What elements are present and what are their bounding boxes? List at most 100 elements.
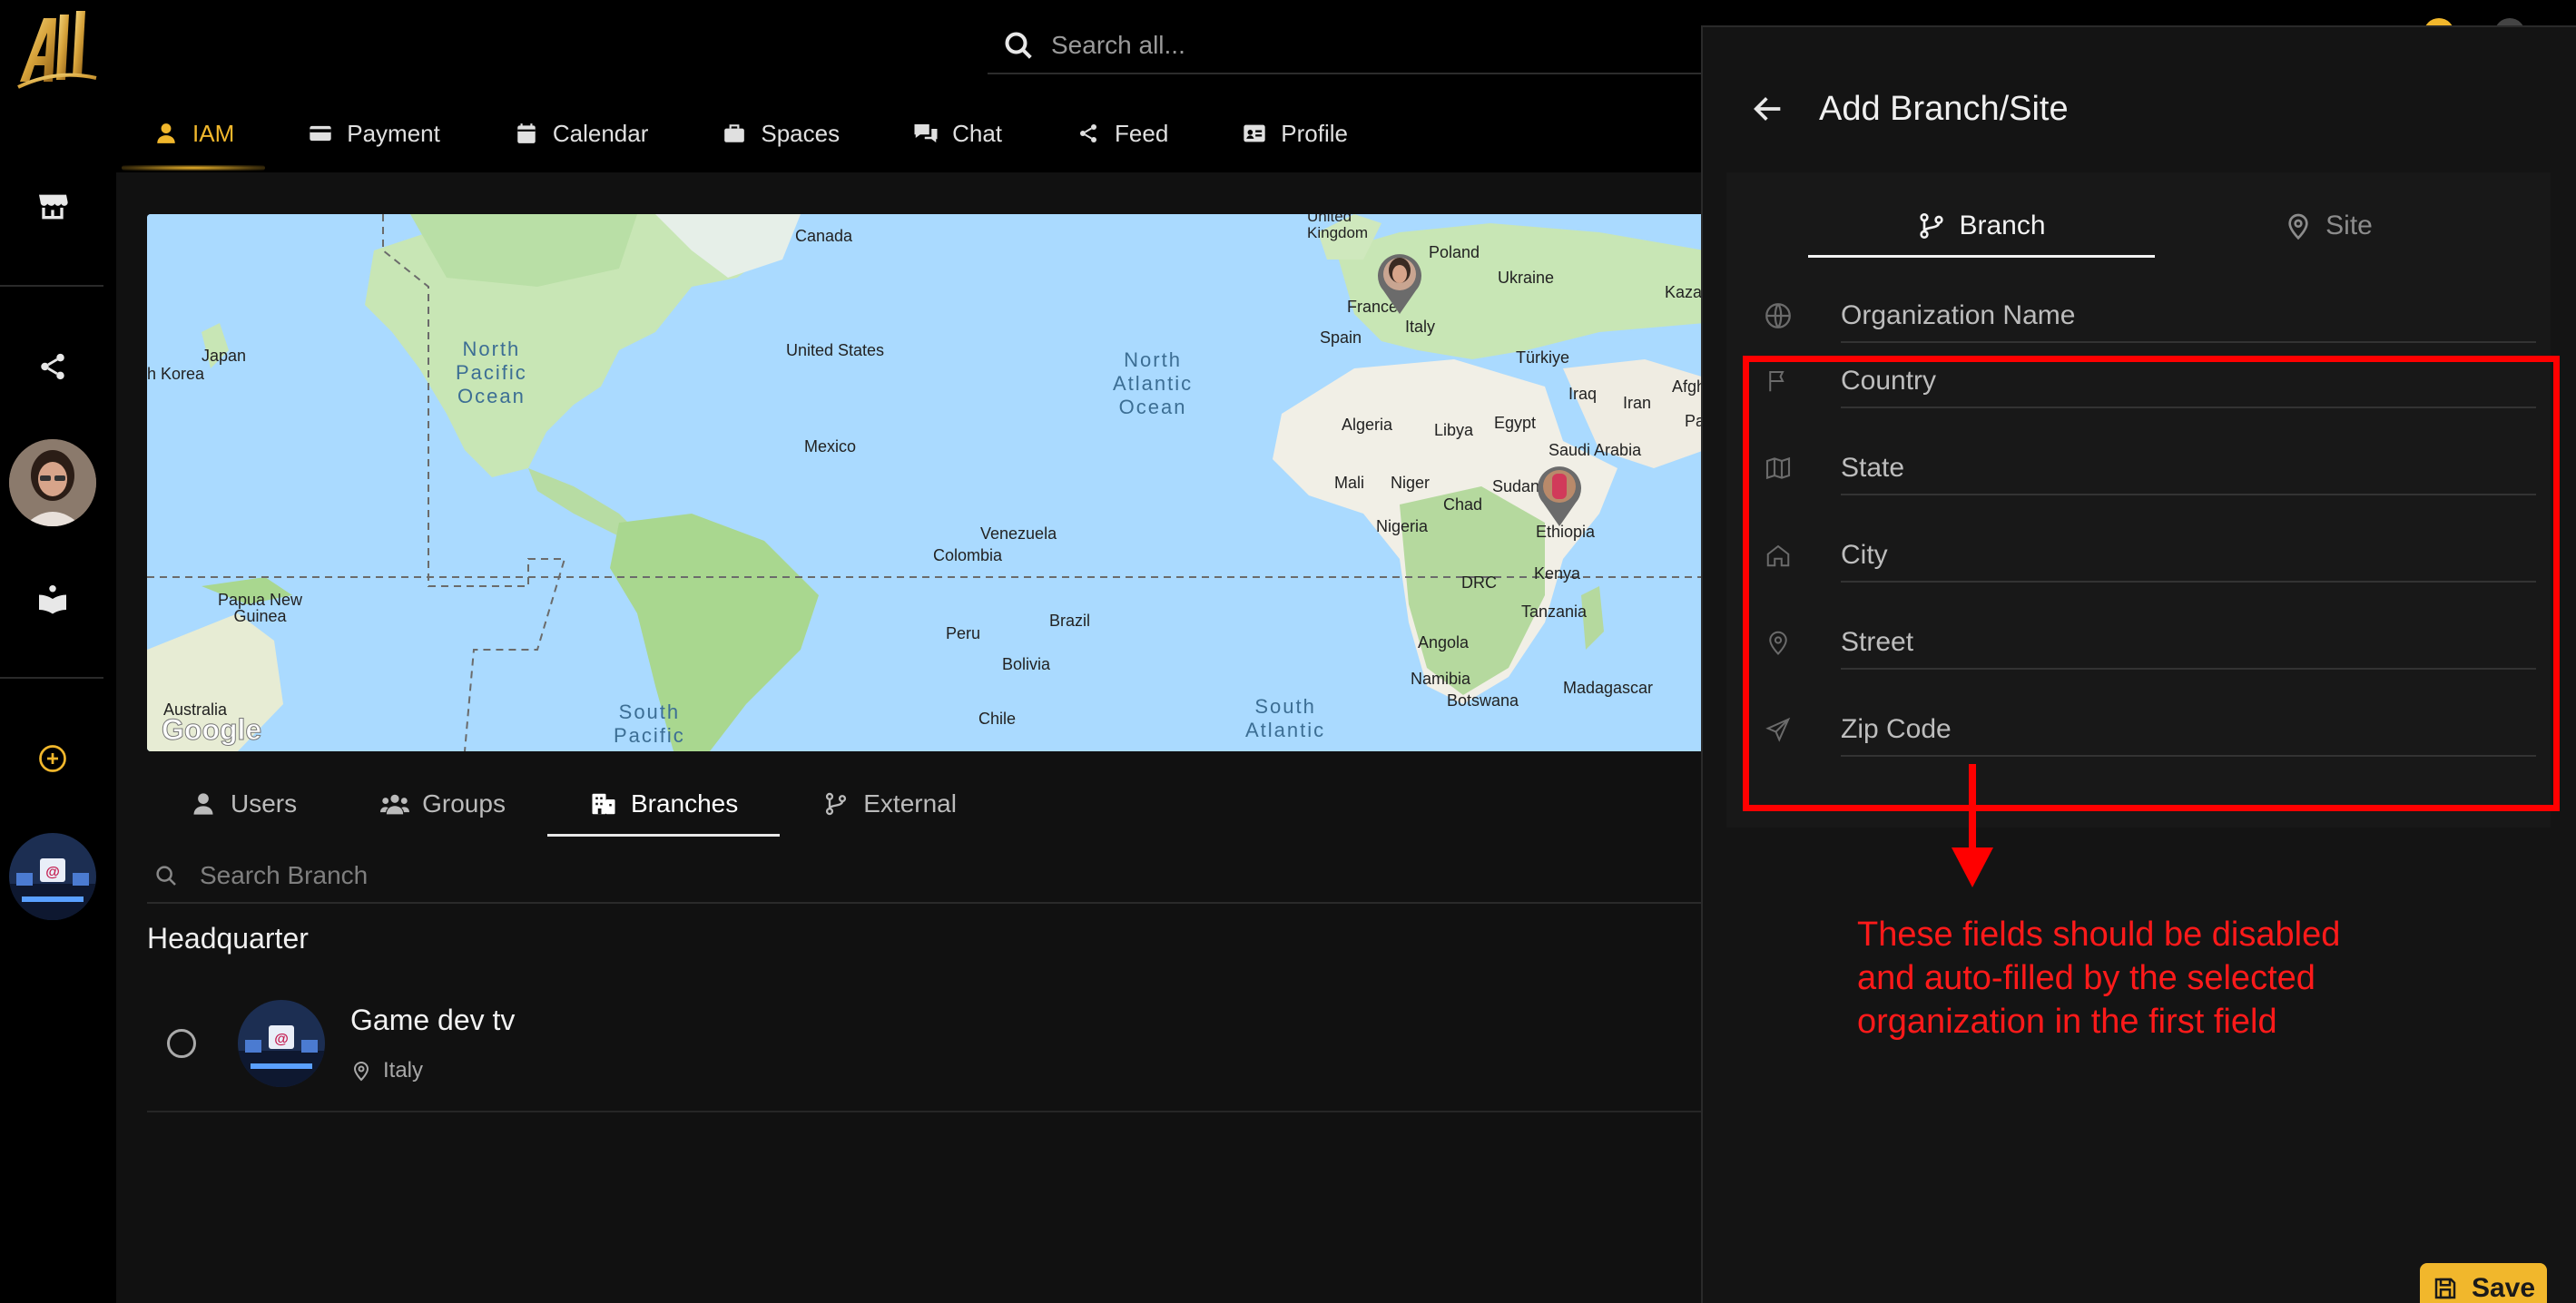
nav-calendar[interactable]: Calendar: [477, 102, 685, 165]
map-label: Brazil: [1049, 612, 1091, 630]
map-label: Tanzania: [1521, 603, 1588, 621]
map-label: Libya: [1434, 421, 1474, 439]
map-label: Chile: [978, 710, 1017, 728]
location-pin-icon: [353, 1062, 369, 1082]
annotation-arrow: [1952, 764, 1993, 887]
briefcase-icon: [721, 120, 748, 147]
building-icon: [589, 789, 618, 818]
organization-name-field[interactable]: Organization Name: [1763, 289, 2536, 343]
tab-branches[interactable]: Branches: [546, 771, 781, 837]
calendar-icon: [513, 120, 540, 147]
branch-icon: [821, 789, 850, 818]
nav-spaces[interactable]: Spaces: [684, 102, 876, 165]
add-circle-icon[interactable]: [31, 737, 74, 780]
drawer-header: Add Branch/Site: [1703, 64, 2069, 154]
tab-label: Users: [231, 789, 298, 818]
map-label: Mexico: [804, 437, 857, 456]
map-label: Spain: [1320, 328, 1362, 347]
map-label: Mali: [1334, 474, 1365, 492]
map-label: Nigeria: [1376, 517, 1429, 535]
rail-divider: [0, 285, 103, 287]
nav-profile[interactable]: Profile: [1204, 102, 1384, 165]
map-label: Canada: [795, 227, 853, 245]
nav-feed[interactable]: Feed: [1038, 102, 1204, 165]
map-label: Namibia: [1411, 670, 1471, 688]
org-avatar[interactable]: @: [9, 833, 96, 920]
nav-chat[interactable]: Chat: [876, 102, 1038, 165]
tab-site[interactable]: Site: [2155, 194, 2502, 258]
map-label: Venezuela: [980, 524, 1057, 543]
save-button[interactable]: Save: [2420, 1263, 2547, 1303]
world-map[interactable]: Canada United Kingdom Poland Ukraine Kaz…: [147, 214, 1705, 751]
back-arrow-icon[interactable]: [1750, 91, 1786, 127]
share-icon[interactable]: [31, 345, 74, 388]
global-search-input[interactable]: Search all...: [1051, 31, 1185, 60]
map-label: North Pacific Ocean: [456, 338, 527, 407]
annotation-text: These fields should be disabled and auto…: [1857, 916, 2341, 1041]
map-marker-ethiopia[interactable]: [1534, 463, 1585, 528]
chat-bubbles-icon: [912, 120, 939, 147]
map-label: Angola: [1418, 633, 1470, 652]
map-label: Niger: [1391, 474, 1431, 492]
branch-search-input[interactable]: Search Branch: [200, 861, 368, 890]
map-label: Sudan: [1492, 477, 1540, 495]
nav-label: Feed: [1115, 119, 1169, 147]
branch-search[interactable]: Search Branch: [147, 849, 1705, 904]
map-label: North Atlantic Ocean: [1113, 348, 1194, 418]
share-icon: [1075, 120, 1102, 147]
org-location: Italy: [350, 1058, 423, 1083]
map-label: Iraq: [1568, 385, 1598, 403]
map-label: Iran: [1623, 394, 1652, 412]
save-label: Save: [2471, 1273, 2536, 1303]
nav-label: Payment: [347, 119, 440, 147]
map-label: Papua New Guinea: [218, 591, 303, 625]
nav-label: Calendar: [552, 119, 649, 147]
save-icon: [2434, 1278, 2456, 1299]
left-rail: @: [0, 0, 116, 1303]
search-icon: [1005, 32, 1032, 59]
tab-groups[interactable]: Groups: [339, 771, 547, 837]
map-marker-italy[interactable]: [1374, 250, 1425, 316]
select-radio[interactable]: [167, 1029, 196, 1058]
map-label: Kaza: [1665, 283, 1703, 301]
tab-label: Branches: [630, 789, 739, 818]
store-icon[interactable]: [31, 185, 74, 229]
map-label: Kenya: [1534, 564, 1581, 583]
nav-label: Chat: [952, 119, 1003, 147]
map-label: Poland: [1429, 243, 1480, 261]
user-icon: [189, 789, 218, 818]
user-avatar[interactable]: [9, 439, 96, 526]
map-label: Ukraine: [1498, 269, 1555, 287]
users-icon: [380, 789, 410, 818]
map-label: Botswana: [1447, 691, 1519, 710]
iam-tabs: Users Groups Branches External: [147, 771, 998, 837]
nav-label: Profile: [1281, 119, 1348, 147]
tab-label: Site: [2325, 211, 2373, 240]
tab-branch[interactable]: Branch: [1808, 194, 2155, 258]
branch-icon: [1920, 213, 1944, 239]
section-title: Headquarter: [147, 922, 309, 955]
map-label: Türkiye: [1516, 348, 1570, 367]
svg-text:@: @: [274, 1032, 289, 1047]
map-label: South Atlantic: [1245, 695, 1326, 741]
list-item[interactable]: @ Game dev tv Italy: [147, 980, 1705, 1112]
field-underline: [1841, 341, 2536, 343]
nav-label: IAM: [192, 119, 235, 147]
map-label: Chad: [1443, 495, 1483, 514]
org-avatar: @: [238, 1000, 325, 1087]
app-logo[interactable]: [13, 5, 100, 96]
drawer-title: Add Branch/Site: [1819, 89, 2069, 128]
map-label: Saudi Arabia: [1549, 441, 1642, 459]
main-panel: Canada United Kingdom Poland Ukraine Kaz…: [116, 172, 1705, 1303]
map-label: Bolivia: [1002, 655, 1051, 673]
map-label: Egypt: [1494, 414, 1537, 432]
tab-users[interactable]: Users: [147, 771, 339, 837]
nav-payment[interactable]: Payment: [270, 102, 477, 165]
map-label: h Korea: [147, 365, 205, 383]
book-reader-icon[interactable]: [31, 577, 74, 621]
org-name: Game dev tv: [350, 1004, 516, 1036]
rail-divider: [0, 677, 103, 679]
tab-external[interactable]: External: [780, 771, 998, 837]
nav-iam[interactable]: IAM: [116, 102, 270, 171]
id-card-icon: [1241, 120, 1268, 147]
